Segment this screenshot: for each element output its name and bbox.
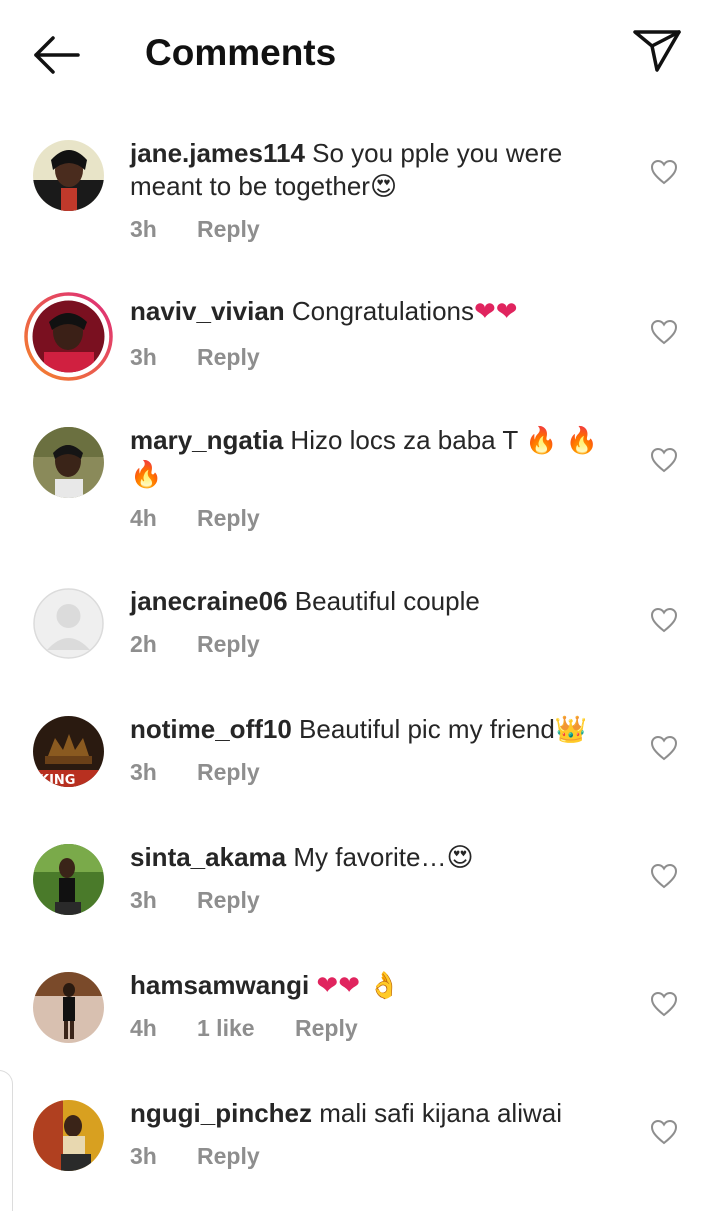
comment-body: Beautiful pic my friend (299, 714, 555, 744)
avatar[interactable] (33, 588, 104, 659)
comment-time: 3h (130, 1143, 157, 1169)
comment-time: 4h (130, 505, 157, 531)
reply-button[interactable]: Reply (197, 629, 260, 659)
comment-username[interactable]: ngugi_pinchez (130, 1098, 312, 1128)
comment-body: Hizo locs za baba T (290, 425, 518, 455)
reply-button[interactable]: Reply (197, 1141, 260, 1171)
comment-username[interactable]: hamsamwangi (130, 970, 309, 1000)
comment-time: 4h (130, 1015, 157, 1041)
comment-username[interactable]: sinta_akama (130, 842, 286, 872)
comment-text: janecraine06 Beautiful couple (130, 585, 625, 618)
comment-meta: 3h Reply (130, 342, 260, 372)
like-button[interactable] (650, 607, 678, 633)
heart-outline-icon (650, 447, 678, 473)
back-button[interactable] (28, 30, 84, 80)
comment-body: mali safi kijana aliwai (319, 1098, 562, 1128)
heart-outline-icon (650, 159, 678, 185)
comment-body: My favorite… (293, 842, 447, 872)
reply-button[interactable]: Reply (197, 214, 260, 244)
comment-text: jane.james114 So you pple you were meant… (130, 137, 625, 204)
comment-username[interactable]: jane.james114 (130, 138, 305, 168)
comment-body: Beautiful couple (294, 586, 480, 616)
comment-emoji: 👑 (554, 715, 588, 745)
comment-text: hamsamwangi ❤❤ 👌 (130, 969, 625, 1003)
reply-button[interactable]: Reply (197, 503, 260, 533)
edge-panel-handle[interactable] (0, 1070, 13, 1211)
comment-meta: 4h 1 like Reply (130, 1013, 358, 1043)
comment-time: 3h (130, 887, 157, 913)
comment-username[interactable]: naviv_vivian (130, 296, 285, 326)
avatar[interactable] (33, 844, 104, 915)
comment-emoji: 😍 (446, 843, 474, 873)
comment-time: 3h (130, 216, 157, 242)
comment-text: mary_ngatia Hizo locs za baba T 🔥 🔥 🔥 (130, 424, 625, 492)
comment-text: ngugi_pinchez mali safi kijana aliwai (130, 1097, 625, 1130)
reply-button[interactable]: Reply (197, 885, 260, 915)
avatar[interactable] (33, 972, 104, 1043)
comment-text: naviv_vivian Congratulations❤❤ (130, 295, 625, 329)
like-button[interactable] (650, 319, 678, 345)
like-button[interactable] (650, 735, 678, 761)
heart-outline-icon (650, 991, 678, 1017)
heart-outline-icon (650, 735, 678, 761)
like-button[interactable] (650, 447, 678, 473)
comment-time: 2h (130, 631, 157, 657)
share-button[interactable] (630, 26, 684, 76)
paper-plane-icon (633, 30, 681, 72)
reply-button[interactable]: Reply (295, 1013, 358, 1043)
comment-text: notime_off10 Beautiful pic my friend👑 (130, 713, 625, 747)
avatar[interactable] (33, 140, 104, 211)
svg-text:KING: KING (39, 773, 75, 787)
heart-outline-icon (650, 863, 678, 889)
comment-username[interactable]: notime_off10 (130, 714, 292, 744)
comment-time: 3h (130, 344, 157, 370)
arrow-left-icon (34, 36, 80, 74)
header-bar: Comments (0, 0, 720, 108)
comment-likes[interactable]: 1 like (197, 1013, 295, 1043)
avatar[interactable] (33, 427, 104, 498)
comment-time: 3h (130, 759, 157, 785)
comment-meta: 3h Reply (130, 214, 260, 244)
comment-meta: 2h Reply (130, 629, 260, 659)
comment-body: Congratulations (291, 296, 475, 326)
comment-meta: 4h Reply (130, 503, 260, 533)
avatar[interactable]: KING (33, 716, 104, 787)
comment-text: sinta_akama My favorite…😍 (130, 841, 625, 875)
comment-meta: 3h Reply (130, 885, 260, 915)
like-button[interactable] (650, 991, 678, 1017)
reply-button[interactable]: Reply (197, 342, 260, 372)
heart-outline-icon (650, 1119, 678, 1145)
like-button[interactable] (650, 863, 678, 889)
avatar[interactable] (33, 1100, 104, 1171)
heart-outline-icon (650, 319, 678, 345)
like-button[interactable] (650, 159, 678, 185)
comment-meta: 3h Reply (130, 1141, 260, 1171)
page-title: Comments (145, 32, 337, 73)
comment-username[interactable]: janecraine06 (130, 586, 288, 616)
comment-emoji: 😍 (369, 172, 398, 202)
comment-emoji: ❤❤ 👌 (316, 971, 401, 1001)
comment-meta: 3h Reply (130, 757, 260, 787)
avatar[interactable] (24, 292, 113, 381)
reply-button[interactable]: Reply (197, 757, 260, 787)
like-button[interactable] (650, 1119, 678, 1145)
comment-emoji: ❤❤ (474, 297, 518, 327)
comment-username[interactable]: mary_ngatia (130, 425, 283, 455)
heart-outline-icon (650, 607, 678, 633)
